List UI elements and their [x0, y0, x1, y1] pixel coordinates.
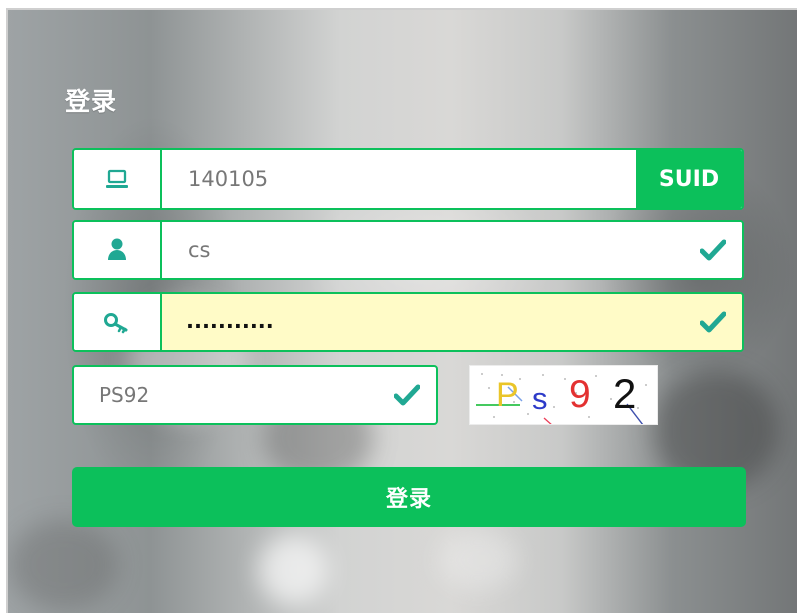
- password-field[interactable]: ...........: [72, 292, 744, 352]
- login-title: 登录: [65, 87, 118, 116]
- captcha-image[interactable]: P s 9 2: [469, 365, 658, 425]
- username-icon-box: [74, 222, 162, 278]
- suid-icon-box: [74, 150, 162, 208]
- check-icon: [394, 384, 420, 406]
- background-blur-highlight: [438, 530, 518, 590]
- suid-field[interactable]: 140105 SUID: [72, 148, 744, 210]
- check-icon: [700, 311, 726, 333]
- captcha-letter-p: P: [496, 376, 519, 414]
- password-value: ...........: [186, 308, 274, 333]
- suid-value: 140105: [188, 167, 269, 191]
- suid-label: SUID: [636, 150, 742, 208]
- suid-input[interactable]: 140105 SUID: [162, 150, 742, 208]
- key-icon: [104, 313, 128, 334]
- login-screen: 登录 140105 SUID cs ........... PS92 P s 9…: [0, 0, 797, 613]
- login-button[interactable]: 登录: [72, 467, 746, 527]
- username-value: cs: [188, 238, 211, 262]
- username-field[interactable]: cs: [72, 220, 744, 280]
- background-blur-shadow: [8, 520, 118, 610]
- password-input[interactable]: ...........: [162, 294, 742, 350]
- captcha-letter-s: s: [532, 381, 548, 416]
- user-icon: [108, 238, 126, 260]
- captcha-digit-two: 2: [613, 370, 636, 417]
- password-icon-box: [74, 294, 162, 350]
- captcha-graphic: P s 9 2: [470, 366, 657, 424]
- background-blur-light: [258, 535, 328, 605]
- captcha-input[interactable]: PS92: [72, 365, 438, 425]
- captcha-value: PS92: [99, 383, 150, 407]
- laptop-icon: [106, 169, 128, 188]
- captcha-digit-nine: 9: [569, 373, 591, 416]
- check-icon: [700, 239, 726, 261]
- username-input[interactable]: cs: [162, 222, 742, 278]
